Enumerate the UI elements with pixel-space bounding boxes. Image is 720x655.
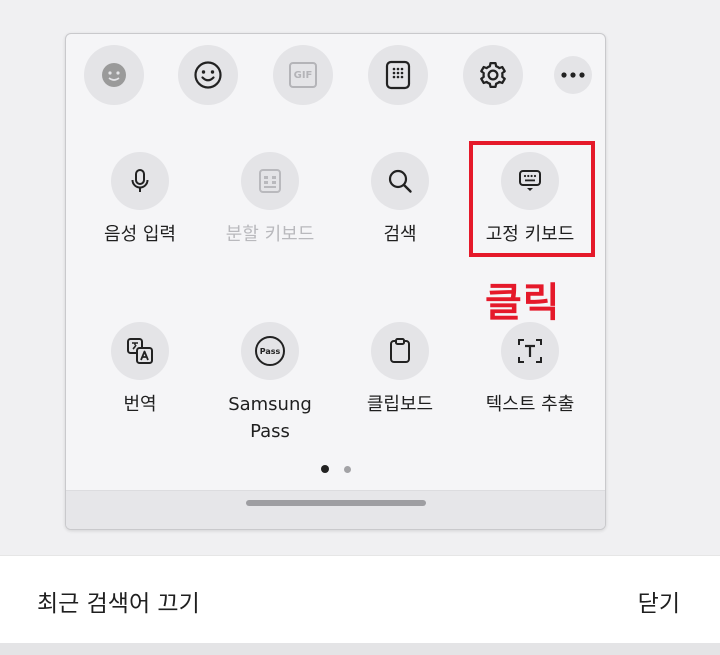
tile-samsung-pass[interactable]: Pass Samsung Pass bbox=[210, 322, 330, 445]
tile-label: 검색 bbox=[383, 224, 417, 245]
tile-label: 텍스트 추출 bbox=[485, 394, 575, 415]
more-dots-icon bbox=[561, 72, 585, 78]
translate-button[interactable] bbox=[111, 322, 169, 380]
emoji-button[interactable] bbox=[178, 45, 238, 105]
page-dot-active[interactable] bbox=[321, 465, 329, 473]
tile-clipboard[interactable]: 클립보드 bbox=[340, 322, 460, 418]
tile-label: Samsung Pass bbox=[228, 394, 312, 442]
clipboard-icon bbox=[389, 338, 411, 364]
face-sticker-icon bbox=[101, 62, 127, 88]
voice-input-button[interactable] bbox=[111, 152, 169, 210]
tile-label: 클립보드 bbox=[366, 394, 434, 415]
gear-icon bbox=[478, 60, 508, 90]
panel-handle-area[interactable] bbox=[66, 490, 605, 529]
smiley-icon bbox=[193, 60, 223, 90]
bottom-strip bbox=[0, 643, 720, 655]
gif-button[interactable]: GIF bbox=[273, 45, 333, 105]
tile-label: 분할 키보드 bbox=[225, 224, 315, 245]
keypad-icon bbox=[385, 60, 411, 90]
search-icon bbox=[387, 168, 413, 194]
page-dot[interactable] bbox=[344, 465, 351, 473]
translate-icon bbox=[126, 337, 154, 365]
keyboard-layout-button[interactable] bbox=[368, 45, 428, 105]
tile-label: 음성 입력 bbox=[104, 224, 176, 245]
disable-recent-searches-link[interactable]: 최근 검색어 끄기 bbox=[37, 584, 200, 618]
tile-translate[interactable]: 번역 bbox=[80, 322, 200, 418]
samsung-pass-icon: Pass bbox=[255, 336, 285, 366]
tile-split-keyboard: 분할 키보드 bbox=[210, 152, 330, 248]
split-keyboard-icon bbox=[258, 168, 282, 194]
search-button[interactable] bbox=[371, 152, 429, 210]
close-button[interactable]: 닫기 bbox=[638, 584, 680, 618]
tile-label: 번역 bbox=[123, 394, 157, 415]
tile-voice-input[interactable]: 음성 입력 bbox=[80, 152, 200, 248]
search-history-bar: 최근 검색어 끄기 닫기 bbox=[0, 555, 720, 644]
clipboard-button[interactable] bbox=[371, 322, 429, 380]
sticker-button[interactable] bbox=[84, 45, 144, 105]
click-annotation-label: 클릭 bbox=[485, 280, 561, 326]
click-highlight-box bbox=[469, 141, 595, 257]
drag-handle[interactable] bbox=[246, 500, 426, 506]
microphone-icon bbox=[129, 168, 151, 194]
text-extract-icon bbox=[517, 338, 543, 364]
settings-button[interactable] bbox=[463, 45, 523, 105]
tile-extract-text[interactable]: 텍스트 추출 bbox=[470, 322, 590, 418]
split-keyboard-button bbox=[241, 152, 299, 210]
more-options-button[interactable] bbox=[554, 56, 592, 94]
tile-search[interactable]: 검색 bbox=[340, 152, 460, 248]
page-indicator bbox=[321, 465, 351, 473]
gif-icon: GIF bbox=[289, 62, 317, 88]
extract-text-button[interactable] bbox=[501, 322, 559, 380]
samsung-pass-button[interactable]: Pass bbox=[241, 322, 299, 380]
